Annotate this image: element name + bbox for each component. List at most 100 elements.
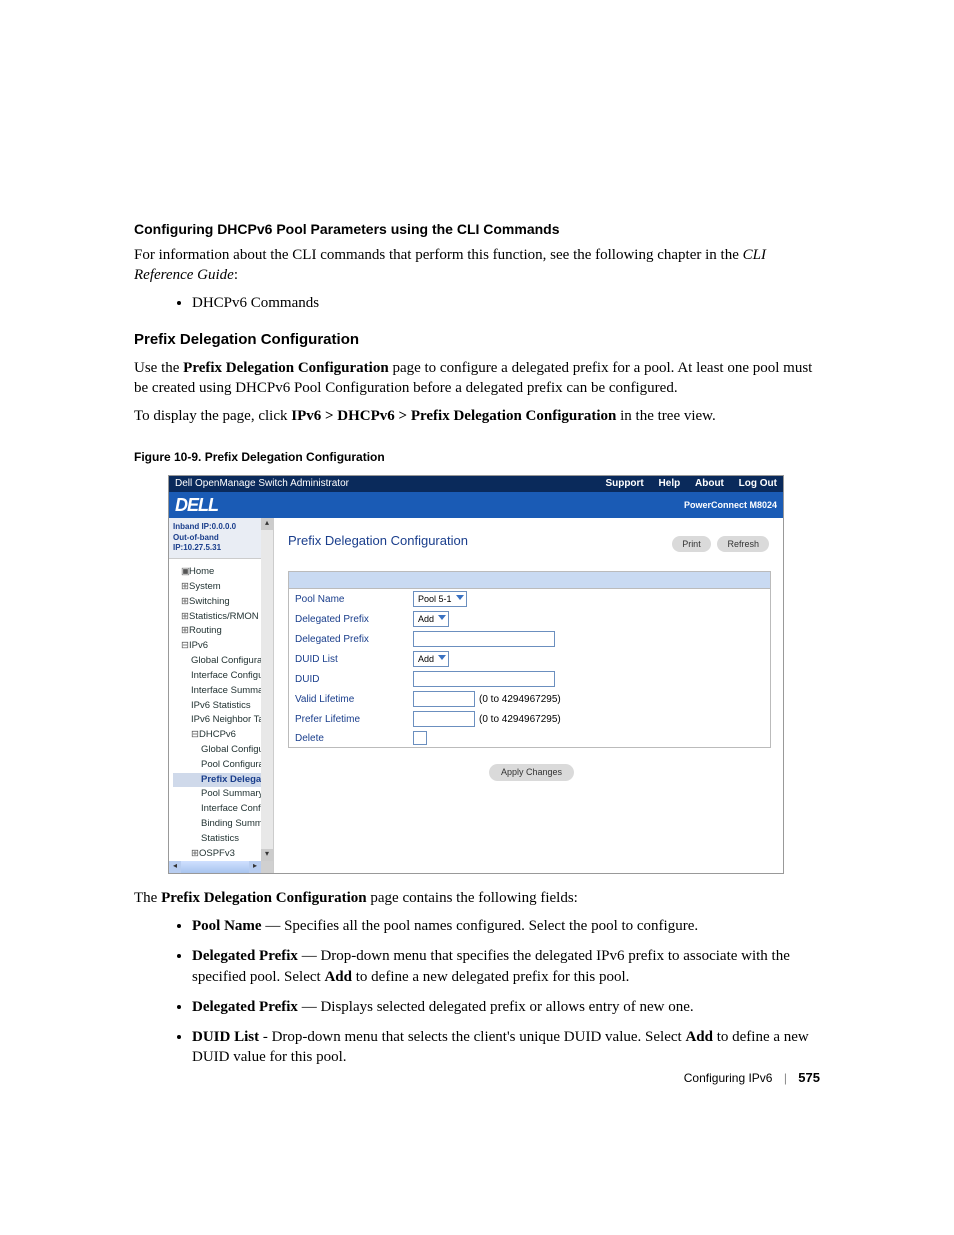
cli-paragraph: For information about the CLI commands t… — [134, 245, 820, 286]
scroll-left-icon[interactable]: ◂ — [169, 861, 181, 873]
page-footer: Configuring IPv6 | 575 — [684, 1069, 820, 1087]
cli-bullet-list: DHCPv6 Commands — [134, 293, 820, 313]
link-logout[interactable]: Log Out — [739, 478, 777, 489]
tree-globalcfg[interactable]: Global Configuration — [173, 654, 271, 669]
field-add-bold: Add — [685, 1029, 713, 1045]
scroll-down-icon[interactable]: ▾ — [261, 849, 273, 861]
label-delete: Delete — [295, 732, 413, 746]
label-duid-list: DUID List — [295, 653, 413, 667]
tree-ifcfg[interactable]: Interface Configuratio — [173, 669, 271, 684]
intro-bold: Prefix Delegation Configuration — [183, 360, 389, 376]
input-delegated-prefix[interactable] — [413, 631, 555, 647]
field-sep: — — [262, 918, 285, 934]
tree-home[interactable]: ▣Home — [173, 565, 271, 580]
ip-info: Inband IP:0.0.0.0 Out-of-band IP:10.27.5… — [169, 518, 273, 559]
app-title: Dell OpenManage Switch Administrator — [175, 477, 349, 491]
footer-chapter: Configuring IPv6 — [684, 1071, 773, 1085]
tree-dhcpv6[interactable]: ⊟DHCPv6 — [173, 728, 271, 743]
apply-row: Apply Changes — [288, 764, 771, 780]
field-label: Delegated Prefix — [192, 948, 298, 964]
device-model: PowerConnect M8024 — [684, 499, 777, 511]
nav-tree: ▣Home ⊞System ⊞Switching ⊞Statistics/RMO… — [169, 559, 273, 873]
field-tail: to define a new delegated prefix for thi… — [352, 969, 629, 985]
label-valid-lifetime: Valid Lifetime — [295, 693, 413, 707]
link-help[interactable]: Help — [659, 478, 681, 489]
inband-ip: Inband IP:0.0.0.0 — [173, 522, 269, 533]
sidebar-scrollbar-horizontal[interactable]: ◂ ▸ — [169, 861, 261, 873]
field-label: Delegated Prefix — [192, 999, 298, 1015]
tree-d-pool[interactable]: Pool Configuration — [173, 758, 271, 773]
tree-v6stats[interactable]: IPv6 Statistics — [173, 699, 271, 714]
brand-bar: DELL PowerConnect M8024 — [169, 492, 783, 518]
fields-intro-bold: Prefix Delegation Configuration — [161, 890, 367, 906]
cli-para-suffix: : — [234, 267, 238, 283]
scroll-up-icon[interactable]: ▴ — [261, 518, 273, 530]
label-duid: DUID — [295, 673, 413, 687]
label-delegated-prefix-2: Delegated Prefix — [295, 633, 413, 647]
input-valid-lifetime[interactable] — [413, 691, 475, 707]
tree-ipv6[interactable]: ⊟IPv6 — [173, 639, 271, 654]
topbar-links: Support Help About Log Out — [593, 477, 777, 491]
scroll-right-icon[interactable]: ▸ — [249, 861, 261, 873]
field-item-delegated-prefix-2: Delegated Prefix — Displays selected del… — [192, 997, 820, 1017]
intro-prefix: Use the — [134, 360, 183, 376]
apply-changes-button[interactable]: Apply Changes — [489, 764, 574, 780]
config-form: Pool Name Pool 5-1 Delegated Prefix Add … — [288, 571, 771, 748]
field-sep: — — [298, 948, 321, 964]
form-header-bar — [289, 572, 770, 589]
tree-d-prefix[interactable]: Prefix Delegation — [173, 773, 271, 788]
scrollbar-corner — [261, 861, 273, 873]
hint-prefer-lifetime: (0 to 4294967295) — [479, 713, 561, 727]
tree-v6neigh[interactable]: IPv6 Neighbor Table — [173, 713, 271, 728]
field-label: DUID List — [192, 1029, 259, 1045]
nav-bold: IPv6 > DHCPv6 > Prefix Delegation Config… — [291, 408, 616, 424]
tree-ospf[interactable]: ⊞OSPFv3 — [173, 847, 271, 862]
tree-d-stat[interactable]: Statistics — [173, 832, 271, 847]
nav-suffix: in the tree view. — [616, 408, 715, 424]
label-pool-name: Pool Name — [295, 593, 413, 607]
window-titlebar: Dell OpenManage Switch Administrator Sup… — [169, 476, 783, 492]
input-prefer-lifetime[interactable] — [413, 711, 475, 727]
link-about[interactable]: About — [695, 478, 724, 489]
tree-d-bind[interactable]: Binding Summary — [173, 817, 271, 832]
tree-d-ifc[interactable]: Interface Configura — [173, 802, 271, 817]
link-support[interactable]: Support — [605, 478, 643, 489]
footer-divider: | — [784, 1071, 787, 1085]
fields-intro-suffix: page contains the following fields: — [367, 890, 578, 906]
select-delegated-prefix[interactable]: Add — [413, 611, 449, 627]
field-item-duid-list: DUID List - Drop-down menu that selects … — [192, 1027, 820, 1068]
nav-prefix: To display the page, click — [134, 408, 291, 424]
select-pool-name[interactable]: Pool 5-1 — [413, 591, 467, 607]
refresh-button[interactable]: Refresh — [717, 536, 769, 552]
fields-list: Pool Name — Specifies all the pool names… — [134, 916, 820, 1068]
cli-bullet-item: DHCPv6 Commands — [192, 293, 820, 313]
field-desc: Displays selected delegated prefix or al… — [320, 999, 693, 1015]
tree-system[interactable]: ⊞System — [173, 580, 271, 595]
field-item-pool-name: Pool Name — Specifies all the pool names… — [192, 916, 820, 936]
screenshot: Dell OpenManage Switch Administrator Sup… — [168, 475, 784, 874]
sidebar-scrollbar-vertical[interactable]: ▴ ▾ — [261, 518, 273, 861]
checkbox-delete[interactable] — [413, 731, 427, 745]
tree-d-global[interactable]: Global Configuratio — [173, 743, 271, 758]
input-duid[interactable] — [413, 671, 555, 687]
main-panel: Prefix Delegation Configuration Print Re… — [274, 518, 783, 873]
field-sep: - — [259, 1029, 272, 1045]
page-actions: Print Refresh — [668, 536, 769, 552]
field-desc: Specifies all the pool names configured.… — [284, 918, 698, 934]
tree-routing[interactable]: ⊞Routing — [173, 624, 271, 639]
label-prefer-lifetime: Prefer Lifetime — [295, 713, 413, 727]
tree-stats[interactable]: ⊞Statistics/RMON — [173, 610, 271, 625]
tree-d-psum[interactable]: Pool Summary — [173, 787, 271, 802]
field-label: Pool Name — [192, 918, 262, 934]
dell-logo: DELL — [175, 493, 218, 517]
tree-ifsum[interactable]: Interface Summary — [173, 684, 271, 699]
hint-valid-lifetime: (0 to 4294967295) — [479, 693, 561, 707]
cli-heading: Configuring DHCPv6 Pool Parameters using… — [134, 220, 820, 239]
print-button[interactable]: Print — [672, 536, 711, 552]
field-desc: Drop-down menu that selects the client's… — [272, 1029, 686, 1045]
fields-intro: The Prefix Delegation Configuration page… — [134, 888, 820, 908]
select-duid-list[interactable]: Add — [413, 651, 449, 667]
fields-intro-prefix: The — [134, 890, 161, 906]
cli-para-prefix: For information about the CLI commands t… — [134, 247, 743, 263]
tree-switching[interactable]: ⊞Switching — [173, 595, 271, 610]
